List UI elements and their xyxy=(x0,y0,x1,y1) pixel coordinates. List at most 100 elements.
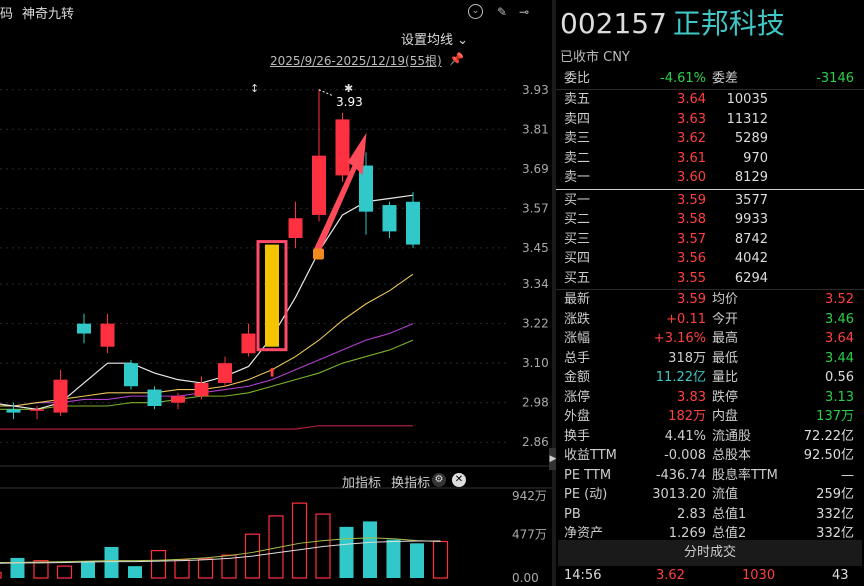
stat-label: 总手 xyxy=(564,350,591,366)
stat-value: -0.008 xyxy=(664,448,706,463)
stat-value: 3.59 xyxy=(677,292,706,307)
high-price-label: 3.93 xyxy=(336,95,363,109)
stat-row: 外盘 182万 内盘 137万 xyxy=(556,407,864,426)
stat-label-2: 流值 xyxy=(712,487,739,502)
close-icon[interactable]: ✕ xyxy=(452,473,466,487)
volume-bar xyxy=(128,566,142,578)
trade-price: 3.62 xyxy=(656,568,685,583)
ask-volume: 11312 xyxy=(726,111,768,127)
stat-row: 收益TTM -0.008 总股本 92.50亿 xyxy=(556,446,864,465)
stat-label-2: 量比 xyxy=(712,370,739,385)
ask-label: 卖四 xyxy=(564,111,591,127)
star-marker-icon: ✱ xyxy=(344,82,353,95)
stat-value-2: 72.22亿 xyxy=(803,428,854,444)
candle-body xyxy=(288,218,303,238)
stat-value: 3013.20 xyxy=(652,487,706,502)
trade-row: 14:56 3.62 1030 43 xyxy=(556,568,864,586)
stock-code: 002157 xyxy=(560,7,667,40)
add-indicator-button[interactable]: 加指标 xyxy=(342,476,381,491)
ask-label: 卖三 xyxy=(564,131,591,146)
stat-label-2: 均价 xyxy=(712,292,739,307)
bid-label: 买三 xyxy=(564,231,591,247)
volume-bar xyxy=(0,571,2,579)
ask-volume: 5289 xyxy=(734,131,768,146)
volume-bar xyxy=(386,539,401,578)
stat-label: 外盘 xyxy=(564,409,591,424)
trade-count: 43 xyxy=(832,568,849,583)
bid-price: 3.55 xyxy=(677,270,706,286)
stat-label-2: 跌停 xyxy=(712,389,739,405)
candle-body xyxy=(406,201,420,245)
price-tick-label: 3.57 xyxy=(522,201,549,215)
candle-body xyxy=(241,333,256,354)
ma-line-white xyxy=(0,194,414,410)
ask-price: 3.64 xyxy=(677,92,706,107)
bid-label: 买四 xyxy=(564,251,591,266)
stat-value: 318万 xyxy=(668,350,706,366)
stat-row: 金额 11.22亿 量比 0.56 xyxy=(556,368,864,387)
volume-tick-label: 0.00 xyxy=(512,571,539,585)
ask-price: 3.62 xyxy=(677,131,706,146)
kline-chart-pane[interactable]: 码 神奇九转 ⌄ ✎ ⊸ 设置均线 ⌄ 2025/9/26-2025/12/19… xyxy=(0,0,552,586)
candle-body xyxy=(147,389,162,406)
bid-price: 3.56 xyxy=(677,251,706,266)
price-tick-label: 2.98 xyxy=(522,396,549,410)
volume-bar xyxy=(363,521,377,578)
price-tick-label: 3.10 xyxy=(522,356,549,370)
ask-volume: 8129 xyxy=(734,170,768,185)
stat-row: PB 2.83 总值1 332亿 xyxy=(556,505,864,524)
volume-bar xyxy=(432,540,449,579)
bid-label: 买二 xyxy=(564,212,591,227)
settings-icon[interactable]: ⚙ xyxy=(432,473,446,487)
stat-label-2: 内盘 xyxy=(712,409,739,424)
trade-volume: 1030 xyxy=(742,568,776,583)
candle-body xyxy=(30,409,44,411)
candle-body xyxy=(171,396,185,403)
stat-row: PE (动) 3013.20 流值 259亿 xyxy=(556,485,864,504)
bid-volume: 8742 xyxy=(734,231,768,247)
price-tick-label: 3.34 xyxy=(522,277,549,291)
stat-label: 金额 xyxy=(564,370,591,385)
volume-tick-label: 942万 xyxy=(512,489,547,503)
stat-row: 涨跌 +0.11 今开 3.46 xyxy=(556,310,864,329)
bid-price: 3.57 xyxy=(677,231,706,247)
volume-bar xyxy=(10,557,25,578)
ask-row: 卖四 3.63 11312 xyxy=(556,110,864,129)
volume-bar xyxy=(291,502,308,579)
volume-bar xyxy=(150,550,167,579)
ma-line-red xyxy=(0,425,413,430)
stat-value-2: 137万 xyxy=(816,409,854,424)
bid-row: 买一 3.59 3577 xyxy=(556,191,864,210)
trade-detail-header[interactable]: 分时成交 xyxy=(558,540,862,566)
price-tick-label: 3.45 xyxy=(522,241,549,255)
bid-volume: 9933 xyxy=(734,212,768,227)
stat-row: 最新 3.59 均价 3.52 xyxy=(556,290,864,309)
bid-label: 买一 xyxy=(564,192,591,208)
ask-label: 卖二 xyxy=(564,150,591,166)
stat-label: 涨幅 xyxy=(564,331,591,346)
ask-row: 卖一 3.60 8129 xyxy=(556,168,864,187)
change-indicator-button[interactable]: 换指标 xyxy=(391,476,430,491)
ask-label: 卖一 xyxy=(564,170,591,185)
event-badge-icon xyxy=(313,248,324,260)
stat-label-2: 最高 xyxy=(712,331,739,346)
stat-value-2: 92.50亿 xyxy=(803,448,854,463)
candle-body xyxy=(53,379,68,413)
bid-volume: 3577 xyxy=(734,192,768,208)
candle-body xyxy=(194,382,209,397)
bid-volume: 4042 xyxy=(734,251,768,266)
stat-label-2: 总值1 xyxy=(712,506,747,522)
ask-volume: 10035 xyxy=(726,92,768,107)
candle-body xyxy=(100,323,115,347)
bid-volume: 6294 xyxy=(734,270,768,286)
weibi-value: -4.61% xyxy=(660,71,706,86)
stat-row: 涨幅 +3.16% 最高 3.64 xyxy=(556,329,864,348)
bid-row: 买五 3.55 6294 xyxy=(556,269,864,288)
price-tick-label: 3.93 xyxy=(522,83,549,97)
candle-body xyxy=(312,155,326,215)
market-status: 已收市 CNY xyxy=(560,50,630,65)
stat-label: 收益TTM xyxy=(564,448,617,463)
volume-tick-label: 477万 xyxy=(512,527,547,541)
stat-value-2: 3.64 xyxy=(825,331,854,346)
stat-value-2: 3.52 xyxy=(825,292,854,307)
